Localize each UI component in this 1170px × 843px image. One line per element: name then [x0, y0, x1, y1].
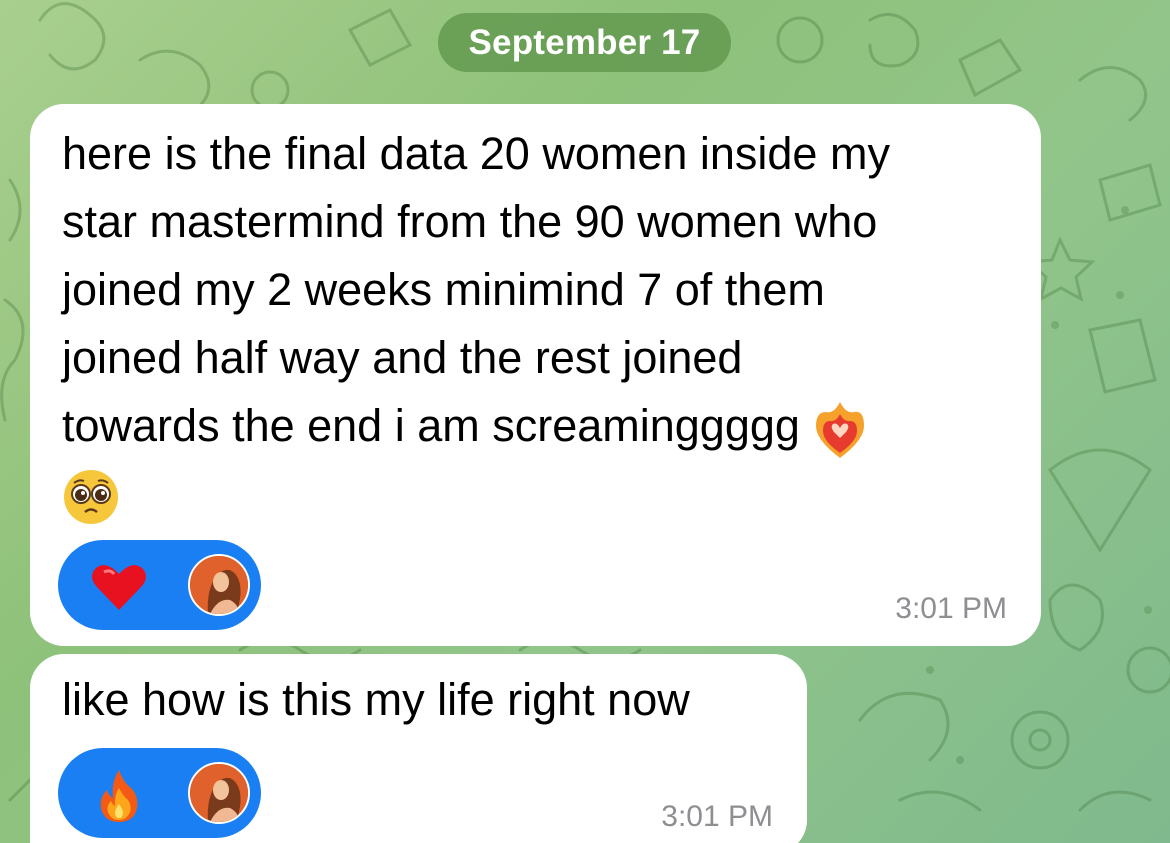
message-line: joined my 2 weeks minimind 7 of them: [62, 264, 825, 315]
message-line: like how is this my life right now: [62, 674, 690, 725]
message-line: star mastermind from the 90 women who: [62, 196, 878, 247]
message-line: joined half way and the rest joined: [62, 332, 743, 383]
date-label: September 17: [468, 22, 701, 62]
message-line: here is the final data 20 women inside m…: [62, 128, 890, 179]
message-bubble[interactable]: here is the final data 20 women inside m…: [30, 104, 1041, 646]
message-time: 3:01 PM: [661, 800, 773, 833]
fire-emoji: [90, 766, 148, 824]
message-time: 3:01 PM: [895, 592, 1007, 625]
red-heart-emoji: [90, 558, 148, 616]
heart-on-fire-emoji: [812, 398, 868, 460]
user-avatar[interactable]: [188, 554, 250, 616]
date-separator: September 17: [438, 13, 731, 72]
message-bubble[interactable]: like how is this my life right now 3:01 …: [30, 654, 807, 843]
message-text: like how is this my life right now: [62, 666, 802, 734]
reaction-pill[interactable]: [58, 748, 261, 838]
message-line: towards the end i am screaminggggg: [62, 400, 800, 451]
user-avatar[interactable]: [188, 762, 250, 824]
message-text: here is the final data 20 women inside m…: [62, 120, 1012, 528]
pleading-face-emoji: [62, 468, 120, 526]
reaction-pill[interactable]: [58, 540, 261, 630]
